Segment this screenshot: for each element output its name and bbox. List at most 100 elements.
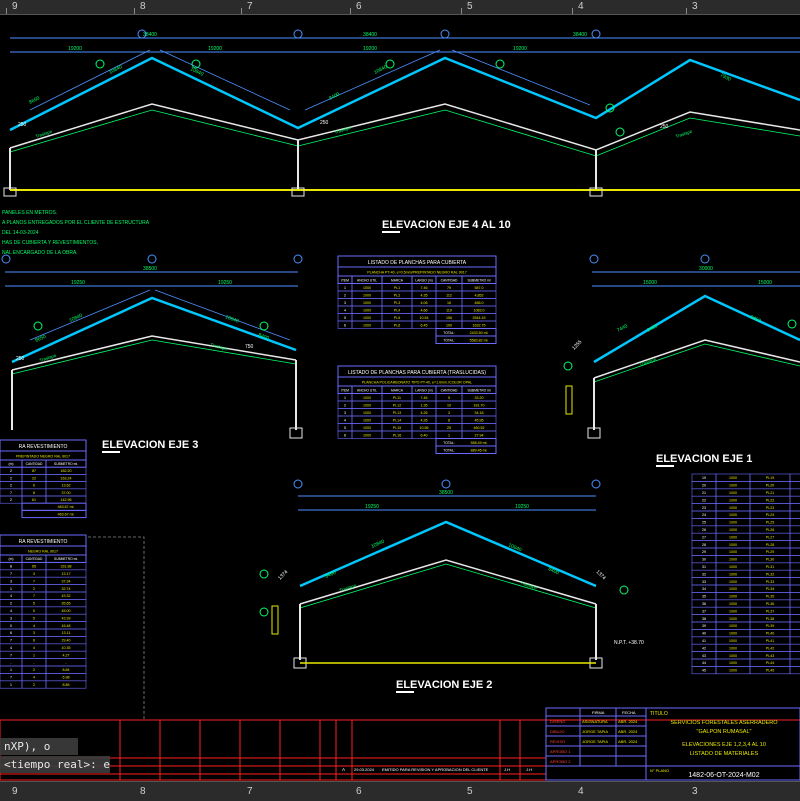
table-cell: 460.52 bbox=[474, 426, 485, 430]
ruler-label: 8 bbox=[140, 1, 146, 12]
table-cell: 1000 bbox=[363, 433, 371, 437]
table-title: RA REVESTIMIENTO bbox=[19, 539, 68, 545]
view-eje-1: 30000 15000 15000 8450 8450 7440 1255 Tr… bbox=[563, 254, 800, 467]
table-cell: 1 bbox=[344, 396, 346, 400]
table-cell: 4 bbox=[10, 594, 12, 598]
table-title: RA REVESTIMIENTO bbox=[19, 444, 68, 450]
table-cubierta[interactable]: LISTADO DE PLANCHAS PARA CUBIERTA PLANCHA… bbox=[337, 255, 497, 344]
table-cell: 10 bbox=[447, 403, 451, 407]
table-cell: 182.20 bbox=[61, 469, 72, 473]
table-header: LARGO (m) bbox=[415, 278, 432, 282]
table-cell: 4.66 bbox=[421, 308, 428, 312]
table-header: ITEM bbox=[341, 388, 349, 392]
ruler-label: 4 bbox=[578, 786, 584, 797]
table-cell: 13.11 bbox=[62, 631, 71, 635]
table-cell: 45 bbox=[702, 669, 706, 673]
table-cell: PL23 bbox=[766, 506, 774, 510]
table-cell: 36 bbox=[702, 602, 706, 606]
table-subtitle: PLANCHA PT-40, e=0.5mm/PREPINTADO NEGRO … bbox=[367, 271, 467, 275]
table-cell: PL20 bbox=[766, 484, 774, 488]
label-traslape: Traslape bbox=[675, 129, 694, 139]
table-cell: 1000 bbox=[729, 617, 737, 621]
table-cell: 3 bbox=[33, 631, 35, 635]
table-cell: 1000 bbox=[729, 506, 737, 510]
table-cell: 33.20 bbox=[475, 396, 484, 400]
table-cell: 7 bbox=[33, 594, 35, 598]
table-cell: PL3 bbox=[394, 301, 400, 305]
table-revestimiento-1[interactable]: RA REVESTIMIENTO PREPINTADO NEGRO RAL 901… bbox=[0, 439, 87, 519]
table-total: 558.49 ml. bbox=[471, 441, 488, 445]
dim-span: 15000 bbox=[643, 280, 657, 286]
table-cell: PL29 bbox=[766, 550, 774, 554]
table-header: SUBMETRO ml bbox=[467, 388, 490, 392]
drawing-title: ELEVACIONES EJE 1,2,3,4 AL 10 bbox=[682, 742, 766, 748]
table-cell: 1083.0 bbox=[474, 308, 485, 312]
command-history-line: nXP), o bbox=[0, 738, 78, 755]
note-line: NAL ENCARGADO DE LA OBRA. bbox=[2, 250, 78, 256]
dim-span: 19250 bbox=[218, 280, 232, 286]
view-title: ELEVACION EJE 3 bbox=[102, 439, 198, 451]
table-cell: 1000 bbox=[363, 286, 371, 290]
table-traslucida[interactable]: LISTADO DE PLANCHAS PARA CUBIERTA (TRASL… bbox=[337, 365, 497, 454]
table-cell: 7 bbox=[33, 579, 35, 583]
table-cell: PL32 bbox=[766, 572, 774, 576]
table-header: CANTIDAD bbox=[441, 278, 458, 282]
table-cell: PL4 bbox=[394, 308, 400, 312]
table-right[interactable]: 191000PL191.41201000PL203.36211000PL214.… bbox=[691, 473, 800, 675]
table-cell: PL15 bbox=[393, 426, 401, 430]
col-firma: FIRMA bbox=[592, 710, 605, 715]
table-cell: 40 bbox=[702, 632, 706, 636]
table-cell: 16 bbox=[447, 301, 451, 305]
table-cell: 35.65 bbox=[62, 602, 71, 606]
table-cell: PL12 bbox=[393, 403, 401, 407]
table-cell: 7 bbox=[10, 572, 12, 576]
top-ruler[interactable]: 9 8 7 6 5 4 3 bbox=[0, 0, 800, 15]
table-cell: 25 bbox=[447, 426, 451, 430]
table-header: SUBMETRO ml bbox=[467, 278, 490, 282]
table-cell: - bbox=[65, 661, 67, 665]
table-cell: 43.39 bbox=[62, 616, 71, 620]
table-cell: 1000 bbox=[363, 426, 371, 430]
table-cell: 7 bbox=[10, 639, 12, 643]
total-label: TOTAL: bbox=[443, 448, 455, 452]
table-total: 2433.50 ml. bbox=[470, 331, 489, 335]
table-cell: 79 bbox=[447, 286, 451, 290]
table-cell: 1000 bbox=[729, 595, 737, 599]
command-input-line[interactable]: <tiempo real>: e bbox=[0, 756, 110, 773]
table-cell: PL2 bbox=[394, 293, 400, 297]
table-cell: 22 bbox=[32, 476, 36, 480]
table-cell: 37.34 bbox=[62, 579, 71, 583]
table-cell: 4.06 bbox=[421, 301, 428, 305]
table-cell: 6.40 bbox=[421, 433, 428, 437]
label-traslape: Traslape bbox=[520, 580, 539, 590]
cad-drawing-canvas[interactable]: 38400 38400 38400 19200 19200 19200 1920… bbox=[0, 0, 800, 800]
table-cell: 8 bbox=[10, 565, 12, 569]
table-cell: 1000 bbox=[729, 572, 737, 576]
table-header: (m) bbox=[9, 557, 14, 561]
table-cell: 1000 bbox=[363, 403, 371, 407]
table-header: (m) bbox=[9, 462, 14, 466]
table-cell: 5 bbox=[33, 616, 35, 620]
table-cell: 4.27 bbox=[63, 653, 70, 657]
dim-slope: 8450 bbox=[749, 314, 762, 324]
dim-eave: 1255 bbox=[571, 339, 583, 351]
total-label: TOTAL: bbox=[443, 331, 455, 335]
project-name: SERVICIOS FORESTALES ASERRADERO bbox=[670, 720, 778, 726]
table-cell: 1000 bbox=[363, 316, 371, 320]
bottom-ruler[interactable]: 9 8 7 6 5 4 3 bbox=[0, 781, 800, 801]
table-cell: 1000 bbox=[729, 550, 737, 554]
dim-span: 15000 bbox=[758, 280, 772, 286]
table-cell: 1000 bbox=[363, 293, 371, 297]
table-title: LISTADO DE PLANCHAS PARA CUBIERTA bbox=[368, 260, 467, 266]
table-cell: 181.70 bbox=[474, 403, 485, 407]
table-cell: 3 bbox=[448, 411, 450, 415]
table-revestimiento-2[interactable]: RA REVESTIMIENTO NEGRO RAL 9017 (m) CANTIDA… bbox=[0, 534, 87, 689]
table-cell: 27.94 bbox=[475, 433, 484, 437]
table-cell: 6 bbox=[10, 631, 12, 635]
table-header: LARGO (m) bbox=[415, 388, 432, 392]
table-cell: 1 bbox=[448, 433, 450, 437]
title-block[interactable]: FIRMA FECHA DISEÑO DIBUJO REVISO APROBO … bbox=[0, 707, 800, 781]
table-cell: 8 bbox=[448, 418, 450, 422]
signer: ASIGNATURA bbox=[582, 719, 608, 724]
ruler-tick bbox=[572, 8, 573, 14]
